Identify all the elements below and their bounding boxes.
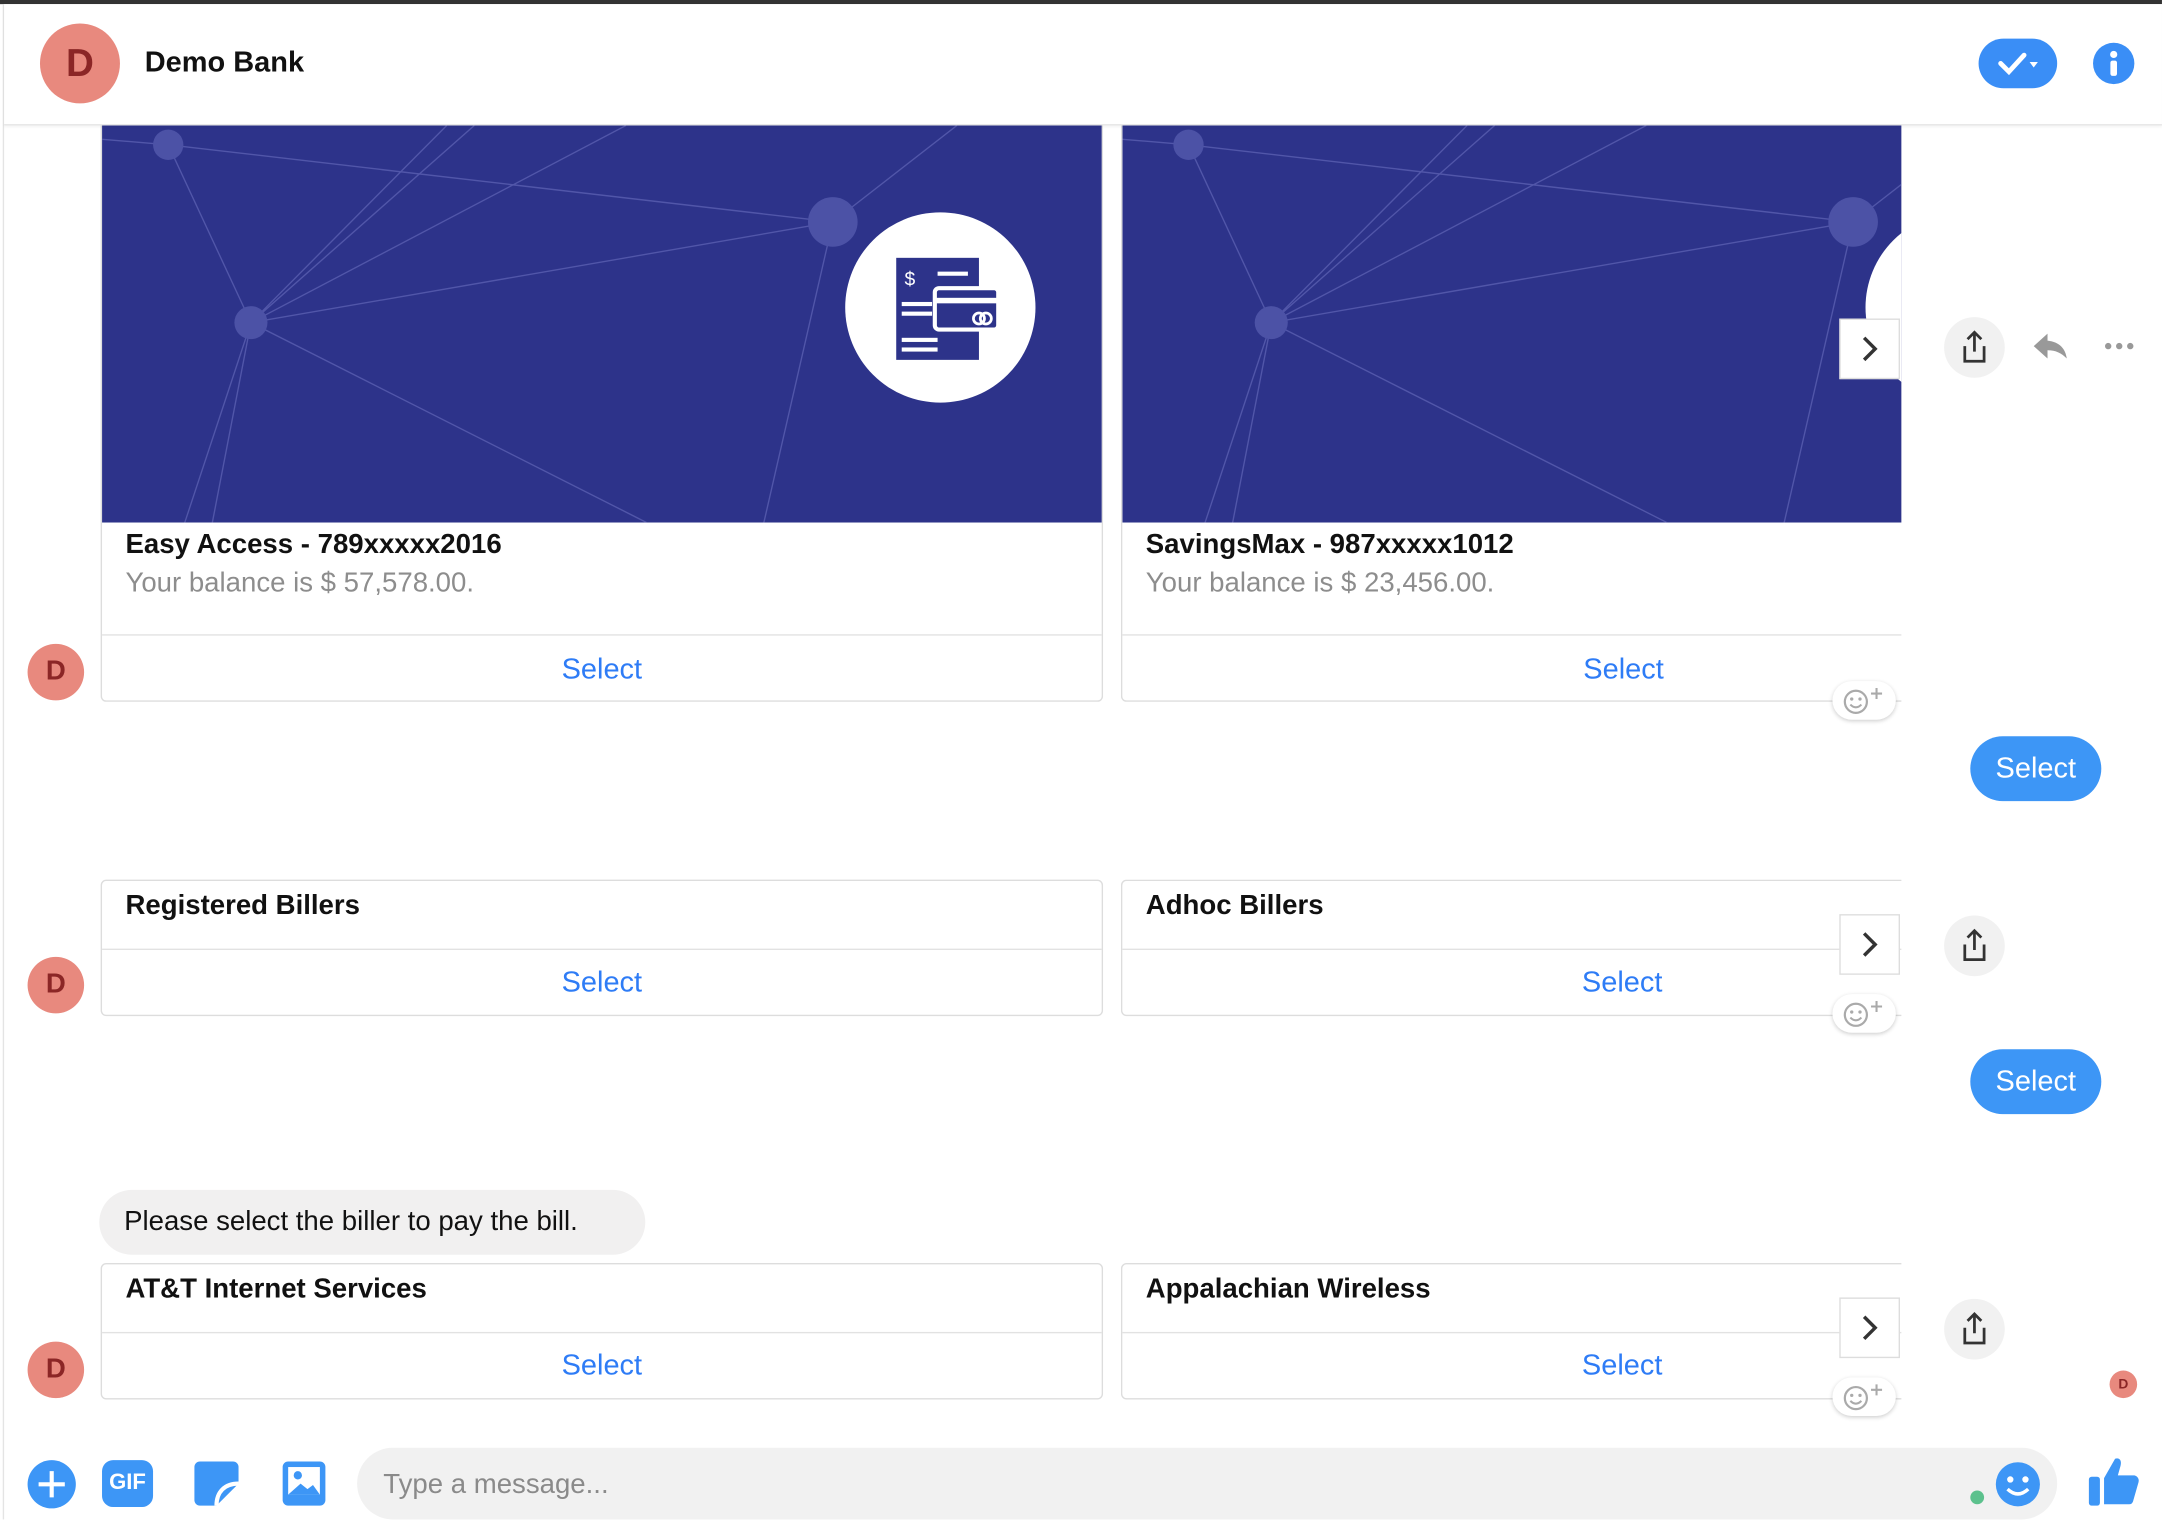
- card-image-network-pattern: $: [102, 111, 1102, 523]
- avatar[interactable]: D: [39, 23, 120, 104]
- share-icon: [1963, 1312, 1986, 1345]
- account-card: SavingsMax - 987xxxxx1012 Your balance i…: [1120, 110, 1902, 702]
- carousel-next-button[interactable]: [1839, 914, 1900, 975]
- user-message-bubble: Select: [1970, 736, 2102, 802]
- biller-type-card: Registered Billers Select: [100, 879, 1104, 1017]
- select-button[interactable]: Select: [1122, 654, 1901, 687]
- info-icon: [2110, 50, 2118, 76]
- reply-icon: [2033, 333, 2067, 359]
- select-button[interactable]: Select: [102, 654, 1102, 687]
- bot-avatar: D: [27, 1341, 85, 1399]
- photo-button[interactable]: [281, 1460, 327, 1514]
- bot-message-bubble: Please select the biller to pay the bill…: [99, 1189, 646, 1255]
- card-title: Registered Billers: [125, 890, 360, 922]
- select-button[interactable]: Select: [1122, 967, 1901, 1000]
- message-composer: [357, 1447, 2058, 1522]
- online-status-dot: [1970, 1490, 1985, 1505]
- select-button[interactable]: Select: [1122, 1350, 1901, 1383]
- emoji-button[interactable]: [1995, 1462, 2041, 1514]
- emoji-plus-icon: [1843, 688, 1883, 714]
- sticker-button[interactable]: [193, 1460, 240, 1514]
- account-title: Easy Access - 789xxxxx2016: [125, 529, 502, 560]
- share-icon: [1963, 330, 1986, 363]
- user-message-bubble: Select: [1970, 1049, 2102, 1115]
- account-balance: Your balance is $ 57,578.00.: [125, 568, 475, 599]
- image-icon: [282, 1461, 326, 1506]
- smiley-icon: [1995, 1462, 2040, 1507]
- card-image-network-pattern: [1122, 111, 1902, 523]
- biller-card: Appalachian Wireless Select: [1120, 1262, 1902, 1400]
- sticker-icon: [194, 1461, 239, 1506]
- account-card: $ Easy Access - 789xxxxx2016 Your balanc…: [100, 110, 1104, 702]
- emoji-plus-icon: [1843, 1384, 1883, 1411]
- svg-text:$: $: [904, 269, 915, 290]
- carousel-clip: Adhoc Billers Select: [1120, 879, 1902, 1021]
- more-options-button[interactable]: [2103, 335, 2139, 364]
- check-dropdown-icon: [1997, 52, 2038, 76]
- add-reaction-button[interactable]: [1832, 994, 1896, 1033]
- carousel-next-button[interactable]: [1839, 318, 1900, 380]
- biller-card: AT&T Internet Services Select: [100, 1262, 1104, 1400]
- select-button[interactable]: Select: [102, 967, 1102, 1000]
- account-balance: Your balance is $ 23,456.00.: [1145, 568, 1495, 599]
- status-dropdown-button[interactable]: [1978, 38, 2058, 89]
- more-actions-button[interactable]: [27, 1460, 76, 1509]
- carousel-next-button[interactable]: [1839, 1297, 1900, 1359]
- share-icon: [1963, 928, 1986, 962]
- reply-button[interactable]: [2032, 331, 2068, 371]
- add-reaction-button[interactable]: [1832, 1377, 1896, 1417]
- card-title: Appalachian Wireless: [1145, 1274, 1431, 1305]
- conversation-header: D Demo Bank: [4, 4, 2162, 126]
- like-button[interactable]: [2088, 1453, 2143, 1515]
- card-title: AT&T Internet Services: [125, 1274, 427, 1305]
- select-button[interactable]: Select: [102, 1350, 1102, 1383]
- left-divider: [2, 4, 5, 1520]
- biller-type-card: Adhoc Billers Select: [1120, 879, 1902, 1017]
- gif-button[interactable]: GIF: [102, 1460, 154, 1508]
- share-button[interactable]: [1944, 915, 2005, 977]
- page-title[interactable]: Demo Bank: [145, 47, 304, 80]
- bot-avatar: D: [27, 643, 85, 701]
- message-input[interactable]: [380, 1447, 1958, 1522]
- carousel-clip: Appalachian Wireless Select: [1120, 1262, 1902, 1404]
- seen-avatar: D: [2109, 1370, 2138, 1399]
- thumbs-up-icon: [2088, 1458, 2139, 1506]
- more-icon: [2105, 342, 2134, 350]
- account-title: SavingsMax - 987xxxxx1012: [1145, 529, 1514, 560]
- chevron-right-icon: [1862, 336, 1878, 362]
- plus-icon: [38, 1471, 65, 1498]
- chevron-right-icon: [1862, 1315, 1878, 1341]
- chevron-right-icon: [1862, 932, 1878, 957]
- info-button[interactable]: [2093, 42, 2135, 85]
- card-title: Adhoc Billers: [1145, 890, 1324, 922]
- emoji-plus-icon: [1843, 1001, 1883, 1027]
- bot-avatar: D: [27, 956, 85, 1014]
- carousel-clip: SavingsMax - 987xxxxx1012 Your balance i…: [1120, 110, 1902, 706]
- share-button[interactable]: [1944, 1298, 2005, 1360]
- add-reaction-button[interactable]: [1832, 681, 1896, 720]
- share-button[interactable]: [1944, 317, 2005, 378]
